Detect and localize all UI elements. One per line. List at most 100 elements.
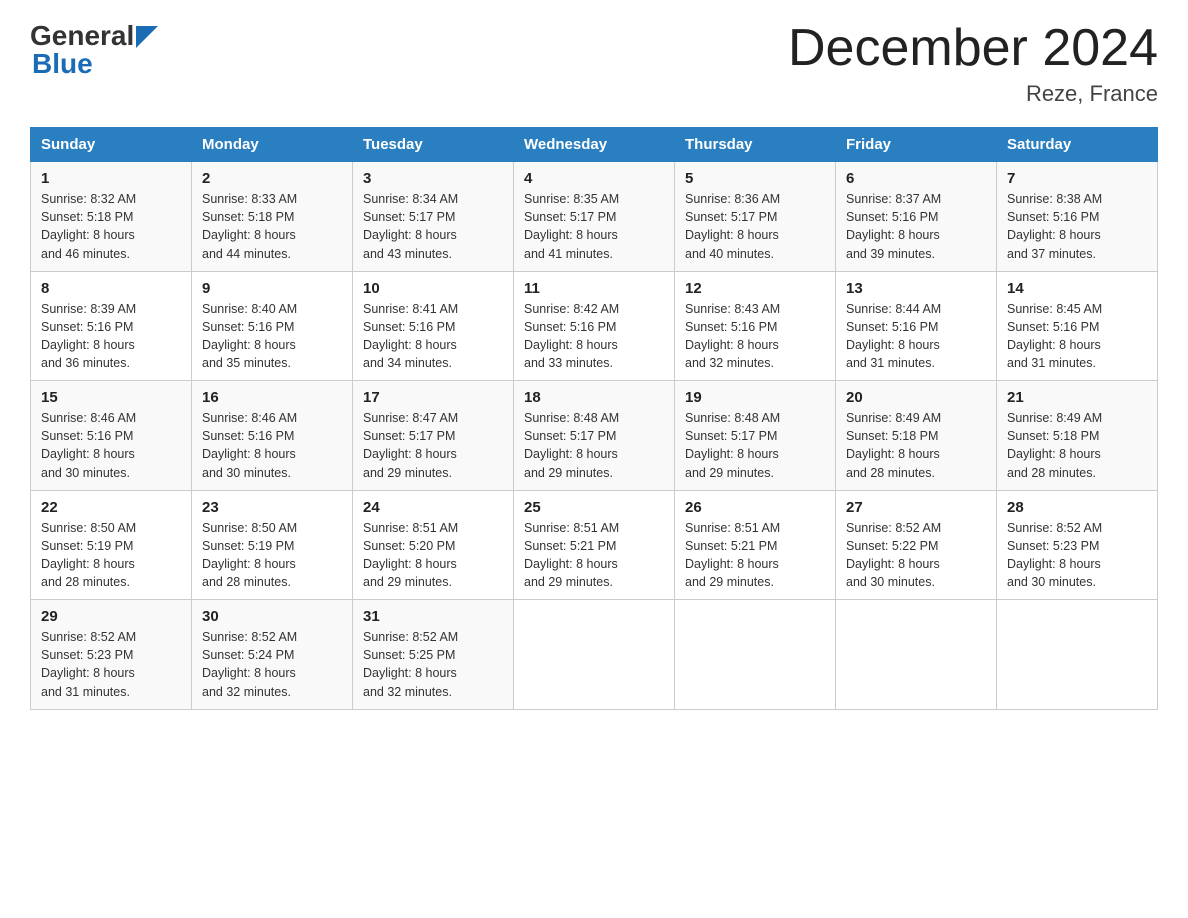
day-info: Sunrise: 8:44 AM Sunset: 5:16 PM Dayligh… — [846, 300, 986, 373]
calendar-cell: 22 Sunrise: 8:50 AM Sunset: 5:19 PM Dayl… — [31, 490, 192, 600]
col-wednesday: Wednesday — [514, 128, 675, 162]
day-info: Sunrise: 8:46 AM Sunset: 5:16 PM Dayligh… — [202, 409, 342, 482]
calendar-cell: 17 Sunrise: 8:47 AM Sunset: 5:17 PM Dayl… — [353, 381, 514, 491]
day-number: 23 — [202, 499, 342, 516]
logo-blue-text: Blue — [32, 48, 93, 80]
calendar-cell: 8 Sunrise: 8:39 AM Sunset: 5:16 PM Dayli… — [31, 271, 192, 381]
day-number: 8 — [41, 280, 181, 297]
day-info: Sunrise: 8:52 AM Sunset: 5:23 PM Dayligh… — [41, 628, 181, 701]
calendar-week-row: 1 Sunrise: 8:32 AM Sunset: 5:18 PM Dayli… — [31, 162, 1158, 272]
calendar-cell: 13 Sunrise: 8:44 AM Sunset: 5:16 PM Dayl… — [836, 271, 997, 381]
calendar-cell: 30 Sunrise: 8:52 AM Sunset: 5:24 PM Dayl… — [192, 600, 353, 710]
day-info: Sunrise: 8:52 AM Sunset: 5:23 PM Dayligh… — [1007, 519, 1147, 592]
calendar-cell: 26 Sunrise: 8:51 AM Sunset: 5:21 PM Dayl… — [675, 490, 836, 600]
day-info: Sunrise: 8:47 AM Sunset: 5:17 PM Dayligh… — [363, 409, 503, 482]
calendar-cell: 2 Sunrise: 8:33 AM Sunset: 5:18 PM Dayli… — [192, 162, 353, 272]
col-saturday: Saturday — [997, 128, 1158, 162]
day-info: Sunrise: 8:42 AM Sunset: 5:16 PM Dayligh… — [524, 300, 664, 373]
day-number: 4 — [524, 170, 664, 187]
calendar-cell: 28 Sunrise: 8:52 AM Sunset: 5:23 PM Dayl… — [997, 490, 1158, 600]
day-info: Sunrise: 8:45 AM Sunset: 5:16 PM Dayligh… — [1007, 300, 1147, 373]
calendar-cell: 23 Sunrise: 8:50 AM Sunset: 5:19 PM Dayl… — [192, 490, 353, 600]
logo: General Blue — [30, 20, 158, 80]
day-info: Sunrise: 8:39 AM Sunset: 5:16 PM Dayligh… — [41, 300, 181, 373]
day-number: 25 — [524, 499, 664, 516]
day-info: Sunrise: 8:50 AM Sunset: 5:19 PM Dayligh… — [41, 519, 181, 592]
col-tuesday: Tuesday — [353, 128, 514, 162]
day-number: 6 — [846, 170, 986, 187]
calendar-header-row: Sunday Monday Tuesday Wednesday Thursday… — [31, 128, 1158, 162]
calendar-cell — [836, 600, 997, 710]
calendar-cell: 6 Sunrise: 8:37 AM Sunset: 5:16 PM Dayli… — [836, 162, 997, 272]
calendar-cell: 25 Sunrise: 8:51 AM Sunset: 5:21 PM Dayl… — [514, 490, 675, 600]
day-number: 1 — [41, 170, 181, 187]
day-number: 24 — [363, 499, 503, 516]
col-friday: Friday — [836, 128, 997, 162]
day-info: Sunrise: 8:46 AM Sunset: 5:16 PM Dayligh… — [41, 409, 181, 482]
calendar-week-row: 15 Sunrise: 8:46 AM Sunset: 5:16 PM Dayl… — [31, 381, 1158, 491]
day-info: Sunrise: 8:51 AM Sunset: 5:21 PM Dayligh… — [685, 519, 825, 592]
day-info: Sunrise: 8:51 AM Sunset: 5:20 PM Dayligh… — [363, 519, 503, 592]
day-info: Sunrise: 8:40 AM Sunset: 5:16 PM Dayligh… — [202, 300, 342, 373]
day-number: 3 — [363, 170, 503, 187]
day-number: 13 — [846, 280, 986, 297]
day-info: Sunrise: 8:50 AM Sunset: 5:19 PM Dayligh… — [202, 519, 342, 592]
calendar-cell: 9 Sunrise: 8:40 AM Sunset: 5:16 PM Dayli… — [192, 271, 353, 381]
day-number: 19 — [685, 389, 825, 406]
day-info: Sunrise: 8:34 AM Sunset: 5:17 PM Dayligh… — [363, 190, 503, 263]
day-info: Sunrise: 8:52 AM Sunset: 5:24 PM Dayligh… — [202, 628, 342, 701]
day-number: 10 — [363, 280, 503, 297]
calendar-cell: 12 Sunrise: 8:43 AM Sunset: 5:16 PM Dayl… — [675, 271, 836, 381]
day-number: 28 — [1007, 499, 1147, 516]
day-number: 15 — [41, 389, 181, 406]
day-info: Sunrise: 8:35 AM Sunset: 5:17 PM Dayligh… — [524, 190, 664, 263]
day-info: Sunrise: 8:41 AM Sunset: 5:16 PM Dayligh… — [363, 300, 503, 373]
calendar-cell: 4 Sunrise: 8:35 AM Sunset: 5:17 PM Dayli… — [514, 162, 675, 272]
calendar-cell: 16 Sunrise: 8:46 AM Sunset: 5:16 PM Dayl… — [192, 381, 353, 491]
day-info: Sunrise: 8:48 AM Sunset: 5:17 PM Dayligh… — [685, 409, 825, 482]
calendar-week-row: 8 Sunrise: 8:39 AM Sunset: 5:16 PM Dayli… — [31, 271, 1158, 381]
day-number: 17 — [363, 389, 503, 406]
day-number: 7 — [1007, 170, 1147, 187]
calendar-week-row: 29 Sunrise: 8:52 AM Sunset: 5:23 PM Dayl… — [31, 600, 1158, 710]
day-number: 20 — [846, 389, 986, 406]
logo-arrow-icon — [136, 26, 158, 48]
day-info: Sunrise: 8:49 AM Sunset: 5:18 PM Dayligh… — [846, 409, 986, 482]
calendar-week-row: 22 Sunrise: 8:50 AM Sunset: 5:19 PM Dayl… — [31, 490, 1158, 600]
calendar-cell: 31 Sunrise: 8:52 AM Sunset: 5:25 PM Dayl… — [353, 600, 514, 710]
day-number: 5 — [685, 170, 825, 187]
calendar-cell — [675, 600, 836, 710]
day-number: 12 — [685, 280, 825, 297]
calendar-cell: 15 Sunrise: 8:46 AM Sunset: 5:16 PM Dayl… — [31, 381, 192, 491]
calendar-cell: 19 Sunrise: 8:48 AM Sunset: 5:17 PM Dayl… — [675, 381, 836, 491]
day-info: Sunrise: 8:32 AM Sunset: 5:18 PM Dayligh… — [41, 190, 181, 263]
day-info: Sunrise: 8:43 AM Sunset: 5:16 PM Dayligh… — [685, 300, 825, 373]
day-info: Sunrise: 8:33 AM Sunset: 5:18 PM Dayligh… — [202, 190, 342, 263]
day-number: 29 — [41, 608, 181, 625]
day-info: Sunrise: 8:52 AM Sunset: 5:22 PM Dayligh… — [846, 519, 986, 592]
calendar-subtitle: Reze, France — [788, 81, 1158, 107]
day-number: 31 — [363, 608, 503, 625]
day-number: 30 — [202, 608, 342, 625]
calendar-cell — [514, 600, 675, 710]
day-info: Sunrise: 8:38 AM Sunset: 5:16 PM Dayligh… — [1007, 190, 1147, 263]
calendar-cell: 1 Sunrise: 8:32 AM Sunset: 5:18 PM Dayli… — [31, 162, 192, 272]
col-monday: Monday — [192, 128, 353, 162]
day-number: 21 — [1007, 389, 1147, 406]
day-info: Sunrise: 8:51 AM Sunset: 5:21 PM Dayligh… — [524, 519, 664, 592]
calendar-table: Sunday Monday Tuesday Wednesday Thursday… — [30, 127, 1158, 710]
page-header: General Blue December 2024 Reze, France — [30, 20, 1158, 107]
day-info: Sunrise: 8:52 AM Sunset: 5:25 PM Dayligh… — [363, 628, 503, 701]
day-info: Sunrise: 8:49 AM Sunset: 5:18 PM Dayligh… — [1007, 409, 1147, 482]
day-info: Sunrise: 8:37 AM Sunset: 5:16 PM Dayligh… — [846, 190, 986, 263]
calendar-cell: 29 Sunrise: 8:52 AM Sunset: 5:23 PM Dayl… — [31, 600, 192, 710]
day-number: 22 — [41, 499, 181, 516]
calendar-cell: 3 Sunrise: 8:34 AM Sunset: 5:17 PM Dayli… — [353, 162, 514, 272]
calendar-cell: 20 Sunrise: 8:49 AM Sunset: 5:18 PM Dayl… — [836, 381, 997, 491]
day-number: 26 — [685, 499, 825, 516]
day-number: 16 — [202, 389, 342, 406]
calendar-cell — [997, 600, 1158, 710]
calendar-cell: 24 Sunrise: 8:51 AM Sunset: 5:20 PM Dayl… — [353, 490, 514, 600]
calendar-cell: 14 Sunrise: 8:45 AM Sunset: 5:16 PM Dayl… — [997, 271, 1158, 381]
calendar-cell: 27 Sunrise: 8:52 AM Sunset: 5:22 PM Dayl… — [836, 490, 997, 600]
